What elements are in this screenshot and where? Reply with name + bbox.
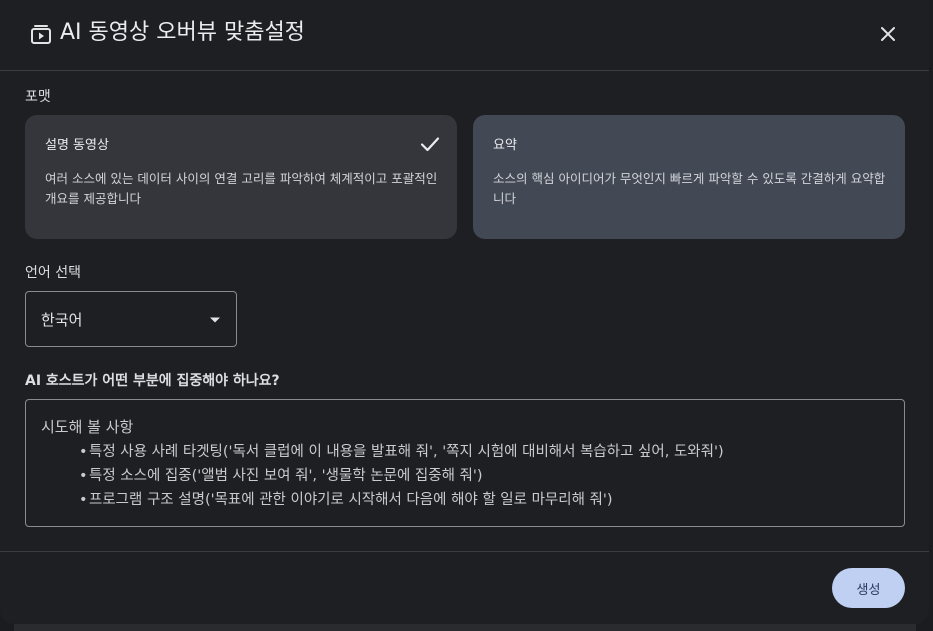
language-section-label: 언어 선택 xyxy=(25,265,81,281)
dialog-title: AI 동영상 오버뷰 맞춤설정 xyxy=(60,20,305,45)
format-option-description: 소스의 핵심 아이디어가 무엇인지 빠르게 파악할 수 있도록 간결하게 요약합… xyxy=(493,171,886,206)
focus-prompt-textarea[interactable]: 시도해 볼 사항 특정 사용 사례 타겟팅('독서 클럽에 이 내용을 발표해 … xyxy=(25,399,905,527)
format-option-summary[interactable]: 요약 소스의 핵심 아이디어가 무엇인지 빠르게 파악할 수 있도록 간결하게 … xyxy=(473,115,905,239)
background-panel-edge xyxy=(14,624,916,631)
language-select[interactable]: 한국어 xyxy=(25,291,237,347)
format-option-description: 여러 소스에 있는 데이터 사이의 연결 고리를 파악하여 체계적이고 포괄적인… xyxy=(45,171,438,206)
language-select-value: 한국어 xyxy=(41,311,83,329)
generate-button[interactable]: 생성 xyxy=(832,568,905,608)
placeholder-suggestions: 특정 사용 사례 타겟팅('독서 클럽에 이 내용을 발표해 줘', '쪽지 시… xyxy=(79,440,724,512)
placeholder-suggestion: 특정 소스에 집중('앨범 사진 보여 줘', '생물학 논문에 집중해 줘') xyxy=(79,464,724,488)
customize-video-overview-dialog: AI 동영상 오버뷰 맞춤설정 포맷 설명 동영상 여러 소스에 있는 데이터 … xyxy=(0,0,929,624)
close-button[interactable] xyxy=(872,18,904,50)
format-section-label: 포맷 xyxy=(25,89,51,105)
focus-section-label: AI 호스트가 어떤 부분에 집중해야 하나요? xyxy=(25,373,280,389)
placeholder-suggestion: 특정 사용 사례 타겟팅('독서 클럽에 이 내용을 발표해 줘', '쪽지 시… xyxy=(79,440,724,464)
placeholder-title: 시도해 볼 사항 xyxy=(41,418,134,436)
footer-divider xyxy=(0,551,929,552)
video-collection-icon xyxy=(31,25,51,44)
format-option-explainer[interactable]: 설명 동영상 여러 소스에 있는 데이터 사이의 연결 고리를 파악하여 체계적… xyxy=(25,115,457,239)
placeholder-suggestion: 프로그램 구조 설명('목표에 관한 이야기로 시작해서 다음에 해야 할 일로… xyxy=(79,488,724,512)
dialog-header: AI 동영상 오버뷰 맞춤설정 xyxy=(0,0,929,71)
dropdown-caret-icon xyxy=(210,317,220,323)
format-option-title: 요약 xyxy=(493,138,517,153)
checkmark-icon xyxy=(420,137,440,152)
close-icon xyxy=(881,27,895,41)
format-option-title: 설명 동영상 xyxy=(45,138,109,153)
